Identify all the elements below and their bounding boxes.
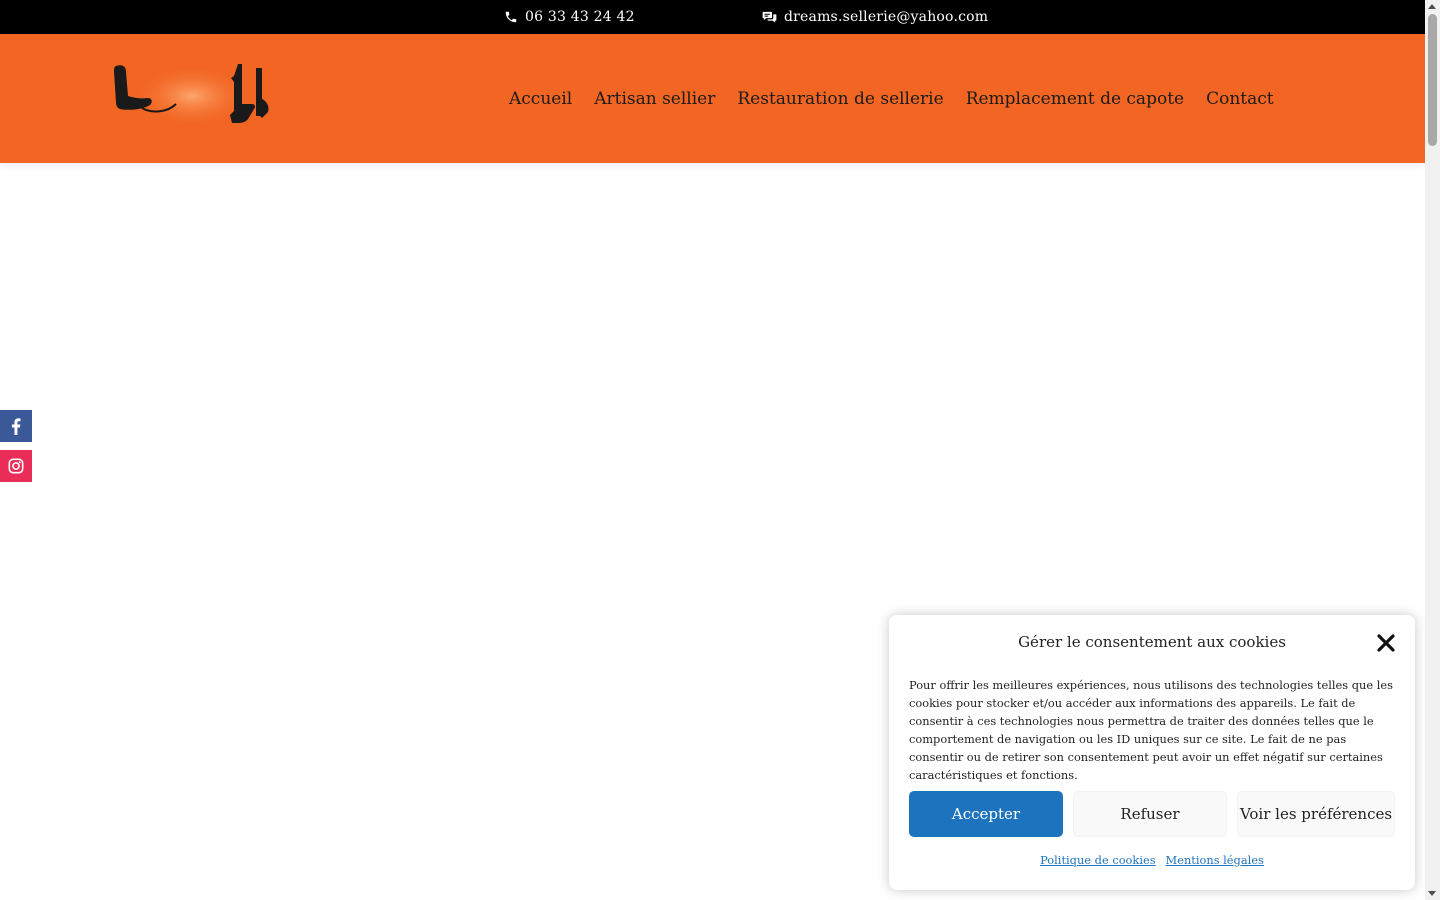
scrollbar-thumb[interactable]: [1428, 14, 1437, 146]
email-address: dreams.sellerie@yahoo.com: [784, 9, 989, 25]
main-nav: Accueil Artisan sellier Restauration de …: [509, 34, 1274, 163]
cookie-message: Pour offrir les meilleures expériences, …: [909, 678, 1393, 782]
top-contact-bar: 06 33 43 24 42 dreams.sellerie@yahoo.com: [0, 0, 1425, 34]
phone-icon: [505, 11, 517, 23]
phone-number: 06 33 43 24 42: [525, 9, 635, 25]
site-logo[interactable]: [112, 60, 272, 134]
cookie-title: Gérer le consentement aux cookies: [1018, 633, 1286, 651]
cookie-consent-dialog: Gérer le consentement aux cookies Pour o…: [889, 615, 1415, 890]
site-header: Accueil Artisan sellier Restauration de …: [0, 34, 1425, 163]
phone-contact[interactable]: 06 33 43 24 42: [504, 0, 635, 34]
page-scrollbar[interactable]: [1425, 0, 1440, 900]
nav-artisan-sellier[interactable]: Artisan sellier: [594, 89, 715, 109]
chat-icon: [762, 11, 777, 22]
refuse-button[interactable]: Refuser: [1073, 791, 1227, 837]
seat-logo: [114, 64, 269, 128]
accept-button[interactable]: Accepter: [909, 791, 1063, 837]
cookie-links: Politique de cookies Mentions légales: [889, 853, 1415, 867]
legal-notice-link[interactable]: Mentions légales: [1166, 853, 1264, 867]
nav-restauration-de-sellerie[interactable]: Restauration de sellerie: [737, 89, 943, 109]
email-contact[interactable]: dreams.sellerie@yahoo.com: [762, 0, 988, 34]
facebook-button[interactable]: [0, 410, 32, 442]
cookie-policy-link[interactable]: Politique de cookies: [1040, 853, 1155, 867]
nav-accueil[interactable]: Accueil: [509, 89, 572, 109]
nav-contact[interactable]: Contact: [1206, 89, 1274, 109]
instagram-button[interactable]: [0, 450, 32, 482]
scroll-up-arrow-icon[interactable]: [1428, 4, 1436, 9]
preferences-button[interactable]: Voir les préférences: [1237, 791, 1395, 837]
scroll-down-arrow-icon[interactable]: [1428, 891, 1436, 896]
close-button[interactable]: [1377, 634, 1395, 652]
instagram-icon: [8, 458, 24, 474]
close-icon: [1377, 634, 1395, 652]
nav-remplacement-de-capote[interactable]: Remplacement de capote: [966, 89, 1184, 109]
facebook-icon: [11, 417, 21, 435]
